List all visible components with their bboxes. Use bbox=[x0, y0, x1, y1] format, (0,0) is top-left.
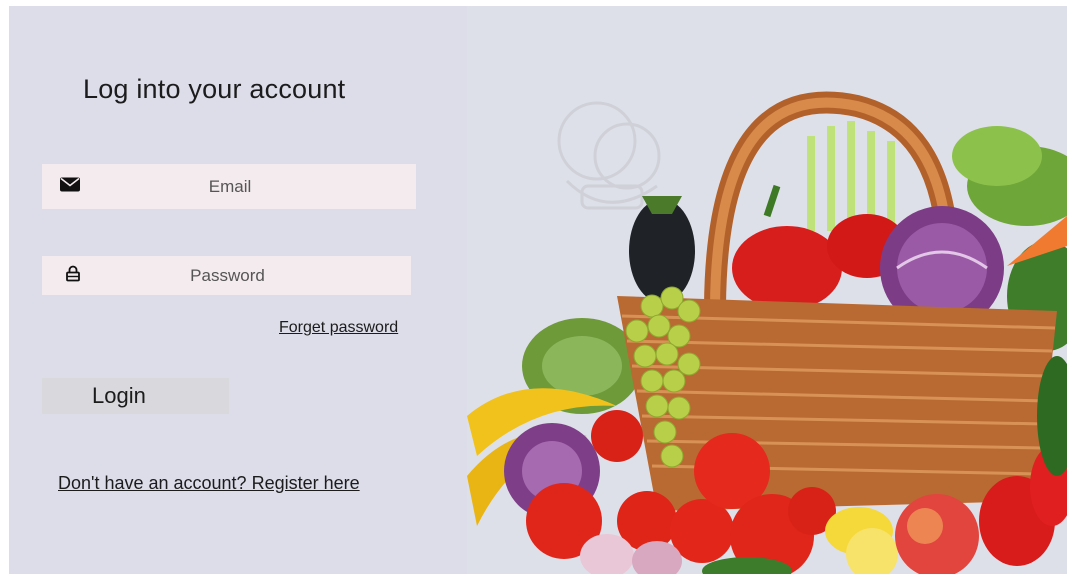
login-button[interactable]: Login bbox=[42, 378, 229, 414]
watermark-logo bbox=[557, 101, 661, 210]
login-panel: Log into your account Forget password bbox=[9, 6, 467, 574]
email-field[interactable] bbox=[42, 164, 416, 209]
page-title: Log into your account bbox=[83, 74, 346, 104]
vegetable-basket-image bbox=[467, 91, 1067, 574]
login-page: Log into your account Forget password bbox=[9, 6, 1067, 574]
password-field[interactable] bbox=[42, 256, 411, 295]
register-link[interactable]: Don't have an account? Register here bbox=[58, 473, 360, 494]
password-input[interactable] bbox=[42, 256, 411, 295]
email-input[interactable] bbox=[42, 164, 416, 209]
hero-image-panel bbox=[467, 6, 1067, 574]
forget-password-link[interactable]: Forget password bbox=[279, 319, 398, 337]
